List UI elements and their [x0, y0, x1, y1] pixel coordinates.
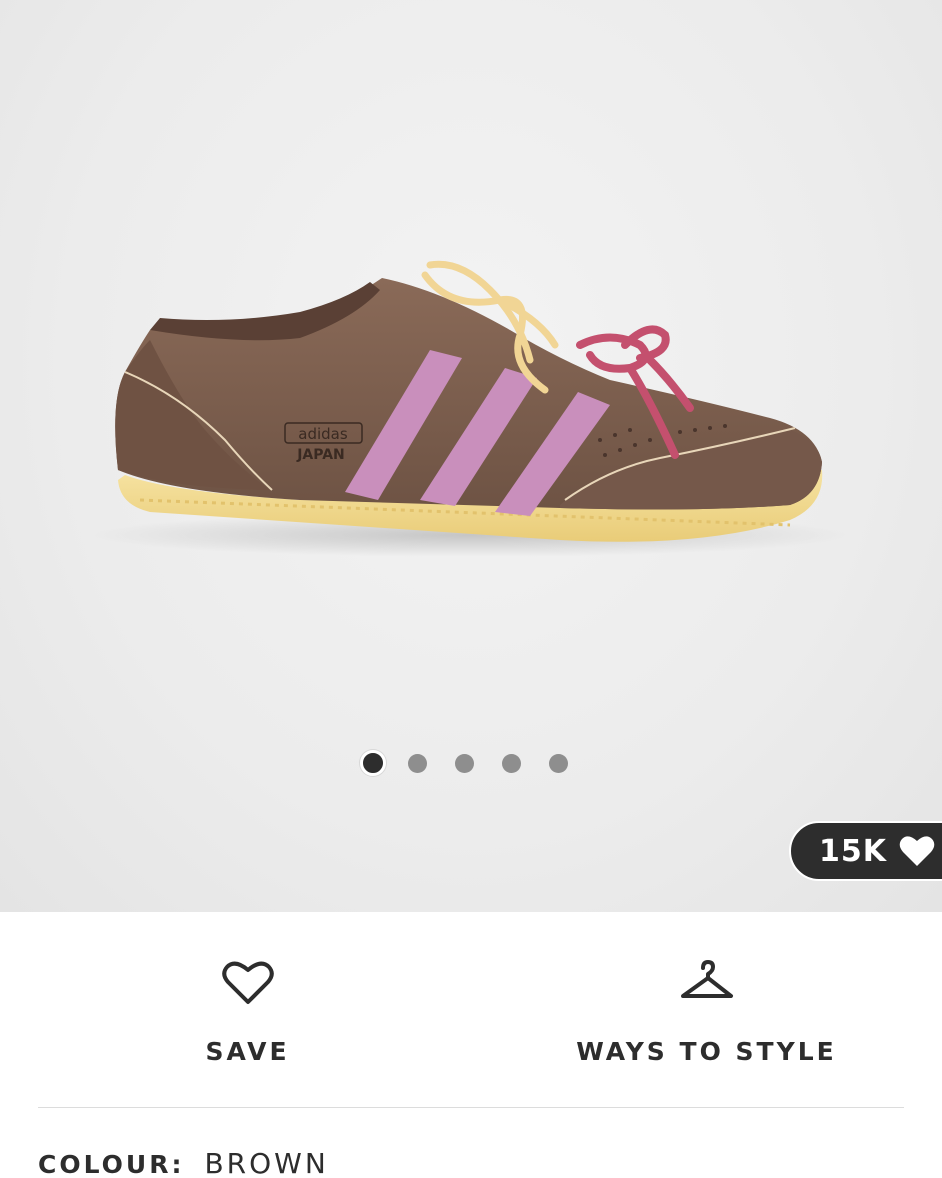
pagination-dot-1[interactable]	[360, 750, 386, 776]
ways-to-style-button[interactable]: WAYS TO STYLE	[471, 912, 942, 1107]
section-divider	[38, 1107, 904, 1108]
likes-count: 15K	[819, 833, 887, 869]
save-button[interactable]: SAVE	[12, 912, 483, 1107]
ways-to-style-label: WAYS TO STYLE	[576, 1037, 837, 1066]
pagination-dot-5[interactable]	[549, 753, 568, 773]
product-page: adidas JAPAN 15K SAVE WAYS TO STYLE COLO…	[0, 0, 942, 1178]
pagination-dot-3[interactable]	[455, 753, 474, 773]
save-label: SAVE	[205, 1037, 290, 1066]
shoe-logo-text: adidas	[298, 425, 348, 443]
heart-icon	[899, 836, 935, 866]
product-image-gallery[interactable]: adidas JAPAN 15K	[0, 0, 942, 912]
hanger-icon	[680, 960, 733, 998]
gallery-pagination	[360, 750, 596, 776]
colour-label: COLOUR:	[38, 1150, 185, 1178]
heart-outline-icon	[221, 961, 274, 1004]
colour-info: COLOUR: BROWN	[38, 1147, 329, 1178]
colour-value: BROWN	[204, 1147, 329, 1178]
pagination-dot-2[interactable]	[408, 753, 427, 773]
shoe-logo-subtext: JAPAN	[296, 447, 345, 463]
pagination-dot-4[interactable]	[502, 753, 521, 773]
likes-button[interactable]: 15K	[789, 821, 942, 881]
product-actions: SAVE WAYS TO STYLE	[0, 912, 942, 1107]
